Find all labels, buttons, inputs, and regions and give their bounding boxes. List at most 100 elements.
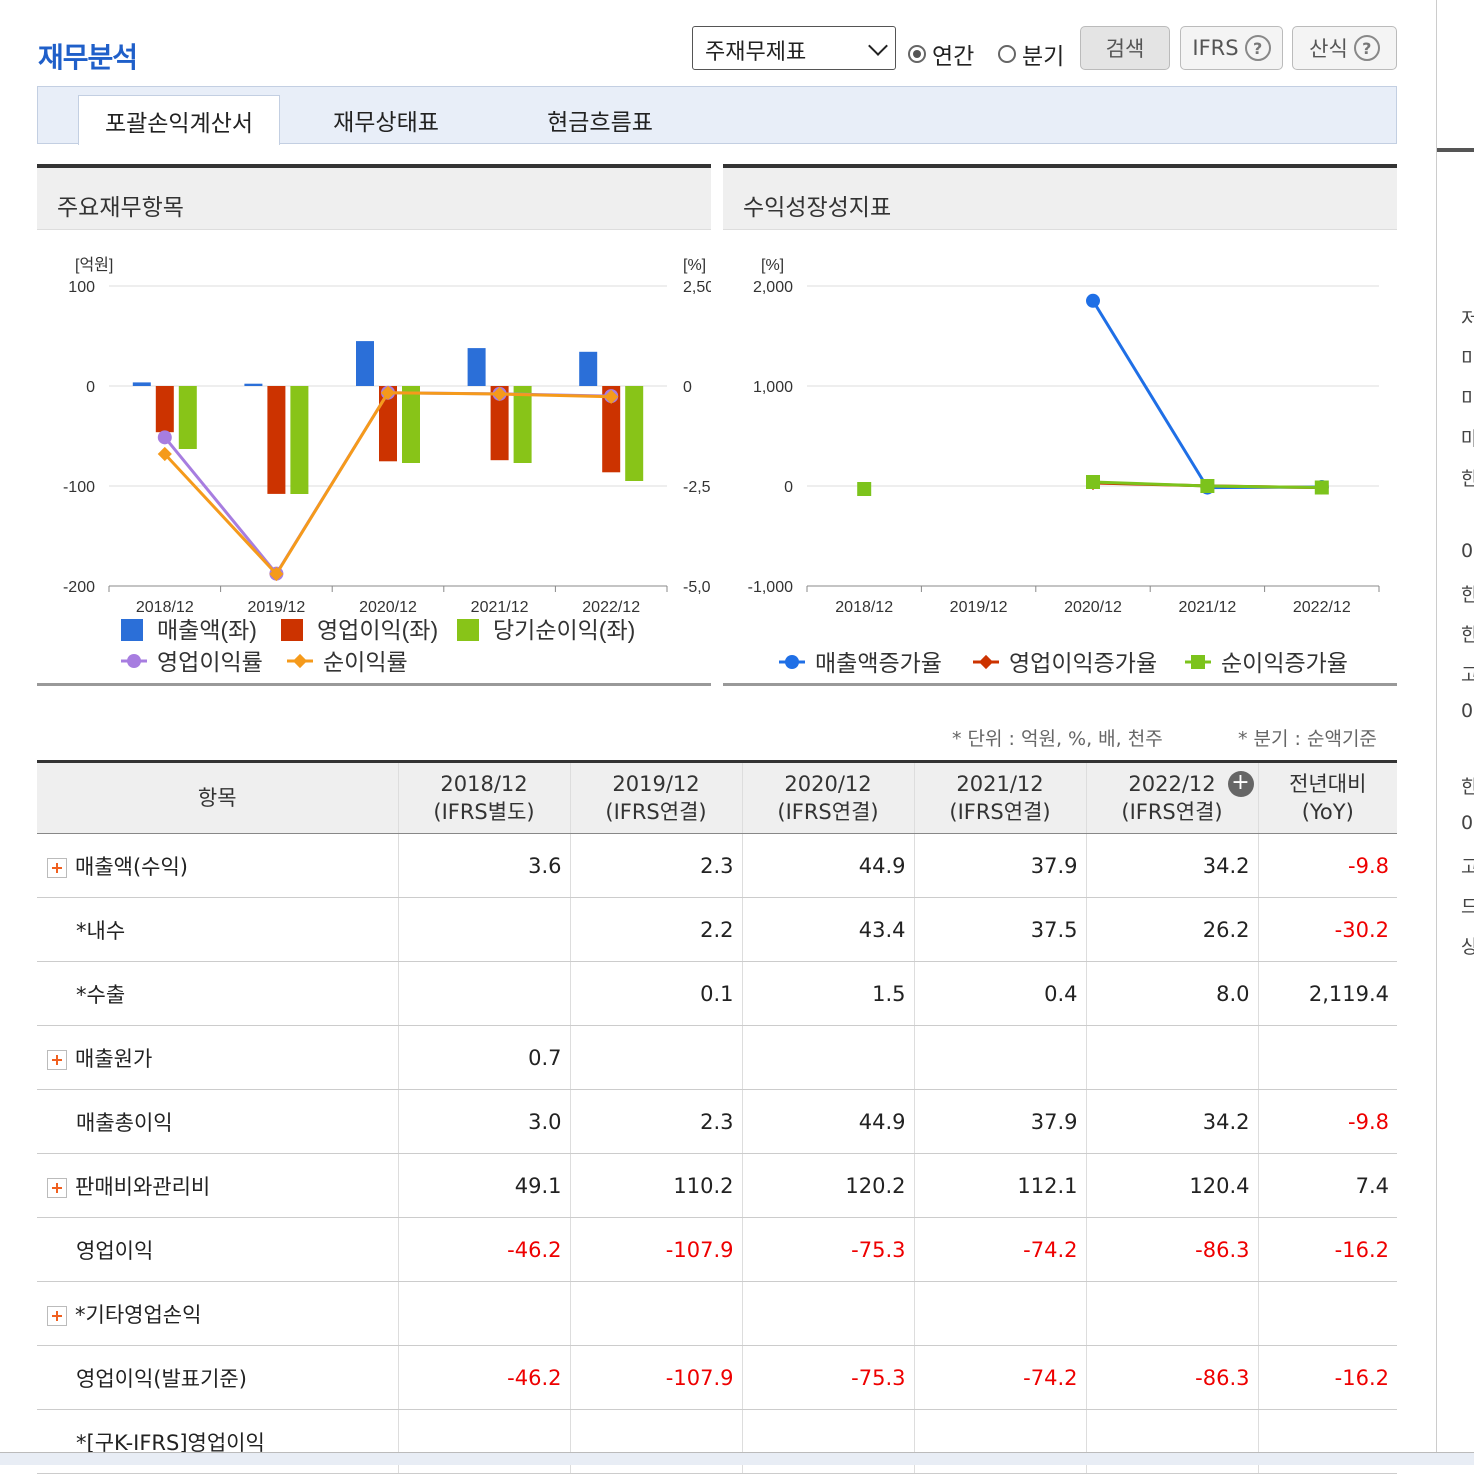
value-cell: 2,119.4 (1257, 961, 1397, 1026)
x-tick-label: 2018/12 (136, 599, 194, 616)
side-panel-text: 0 (1461, 700, 1474, 722)
value-cell (397, 897, 570, 962)
help-icon: ? (1244, 35, 1271, 61)
line-segment (1207, 484, 1322, 489)
search-button[interactable]: 검색 (1080, 26, 1170, 70)
row-label-cell: 매출총이익 (37, 1089, 398, 1154)
expand-columns-icon[interactable]: + (1227, 771, 1254, 797)
ifrs-label: IFRS (1192, 36, 1239, 60)
tab-cash-flow[interactable]: 현금흐름표 (520, 95, 680, 145)
radio-quarter-label: 분기 (1022, 44, 1065, 70)
x-tick-label: 2019/12 (247, 599, 305, 616)
horizontal-scrollbar[interactable] (0, 1452, 1474, 1465)
legend-label: 영업이익률 (157, 649, 263, 675)
expand-row-icon[interactable] (47, 1177, 67, 1198)
ifrs-button[interactable]: IFRS ? (1180, 26, 1283, 70)
row-label-cell: 판매비와관리비 (37, 1153, 398, 1218)
bar-2 (625, 386, 644, 481)
row-label-cell: *기타영업손익 (37, 1281, 398, 1346)
x-tick-label: 2020/12 (1064, 599, 1122, 616)
value-cell: 49.1 (397, 1153, 570, 1218)
line-point (857, 482, 872, 496)
legend-label: 순이익률 (323, 649, 408, 675)
row-label: *[구K-IFRS]영업이익 (76, 1430, 265, 1455)
legend-marker (292, 653, 308, 669)
bar-2 (178, 386, 197, 449)
y-unit: [%] (761, 257, 784, 274)
table-row: *내수 2.2 43.4 37.5 26.2 -30.2 (37, 897, 1397, 962)
y-left-tick: -200 (63, 579, 95, 596)
expand-row-icon[interactable] (47, 1305, 67, 1326)
growth-indicators-panel: 수익성장성지표 2,000 1,000 0 -1,000 [%] 2018/12 2019/… (723, 164, 1397, 686)
formula-button[interactable]: 산식 ? (1292, 26, 1397, 70)
side-panel-text: 저 (1461, 308, 1474, 330)
x-tick-label: 2020/12 (359, 599, 417, 616)
line-point (1086, 293, 1100, 308)
line-point (1086, 475, 1100, 489)
table-row: 매출총이익 3.0 2.3 44.9 37.9 34.2 -9.8 (37, 1089, 1397, 1154)
side-panel-text: 한 (1461, 468, 1474, 490)
x-tick-label: 2019/12 (950, 599, 1008, 616)
value-cell: 7.4 (1257, 1153, 1397, 1218)
legend-label: 매출액(좌) (157, 617, 257, 643)
side-divider (1437, 148, 1474, 152)
line-point (157, 430, 172, 445)
row-label: *수출 (76, 982, 126, 1007)
value-cell: 120.2 (741, 1153, 914, 1218)
value-cell: 0.1 (569, 961, 742, 1026)
value-cell: -86.3 (1085, 1345, 1258, 1410)
row-label: 매출액(수익) (75, 854, 188, 879)
growth-indicators-chart: 2,000 1,000 0 -1,000 [%] 2018/12 2019/12 2020/1… (748, 257, 1380, 676)
side-panel-text: 마 (1461, 428, 1474, 450)
header-col-2022: 2022/12 (IFRS연결) + (1085, 760, 1258, 834)
row-label: 매출총이익 (76, 1110, 173, 1135)
key-financials-panel: 주요재무항목 100 2,50 0 0 -100 -2,5 -200 -5,0 [억원] [%] 2… (37, 164, 711, 686)
row-label: 영업이익 (76, 1238, 154, 1263)
statement-tabs: 포괄손익계산서 재무상태표 현금흐름표 (37, 86, 1397, 145)
statement-type-select[interactable]: 주재무제표 (692, 26, 896, 70)
value-cell: 37.5 (913, 897, 1086, 962)
side-panel-text: 0 (1461, 540, 1474, 562)
bar-1 (267, 386, 286, 494)
side-panel-text: 0 (1461, 812, 1474, 834)
side-panel-text: 한 (1461, 776, 1474, 798)
tab-balance-sheet[interactable]: 재무상태표 (306, 95, 466, 145)
value-cell: 3.0 (397, 1089, 570, 1154)
value-cell (1257, 1025, 1397, 1090)
side-panel-text: 드 (1461, 896, 1474, 918)
y-left-tick: 100 (68, 279, 95, 296)
table-row: 판매비와관리비 49.1 110.2 120.2 112.1 120.4 7.4 (37, 1153, 1397, 1218)
expand-row-icon[interactable] (47, 1049, 67, 1070)
y-tick: 0 (784, 479, 793, 496)
value-cell: 43.4 (741, 897, 914, 962)
header-item: 항목 (37, 760, 398, 834)
y-left-tick: -100 (63, 479, 95, 496)
value-cell: -107.9 (569, 1345, 742, 1410)
tab-income-statement[interactable]: 포괄손익계산서 (78, 95, 280, 145)
legend-marker (785, 655, 799, 669)
value-cell: 3.6 (397, 833, 570, 898)
radio-quarter[interactable]: 분기 (998, 32, 1064, 76)
row-label-cell: *내수 (37, 897, 398, 962)
value-cell: -75.3 (741, 1217, 914, 1282)
expand-row-icon[interactable] (47, 857, 67, 878)
radio-annual[interactable]: 연간 (908, 32, 974, 76)
value-cell: -16.2 (1257, 1345, 1397, 1410)
formula-label: 산식 (1309, 37, 1348, 61)
value-cell: 2.3 (569, 833, 742, 898)
line-segment (1092, 480, 1208, 488)
table-row: 영업이익(발표기준) -46.2 -107.9 -75.3 -74.2 -86.3 -16.… (37, 1345, 1397, 1410)
y-left-tick: 0 (86, 379, 95, 396)
bar-2 (513, 386, 532, 463)
value-cell (741, 1025, 914, 1090)
value-cell: 1.5 (741, 961, 914, 1026)
bar-2 (290, 386, 309, 494)
radio-checked-icon (908, 45, 926, 63)
legend-label: 영업이익증가율 (1009, 650, 1157, 676)
value-cell (569, 1025, 742, 1090)
bar-0 (467, 348, 486, 386)
value-cell: 112.1 (913, 1153, 1086, 1218)
y-right-unit: [%] (683, 257, 706, 274)
legend-marker (127, 654, 141, 668)
help-icon: ? (1353, 35, 1380, 61)
